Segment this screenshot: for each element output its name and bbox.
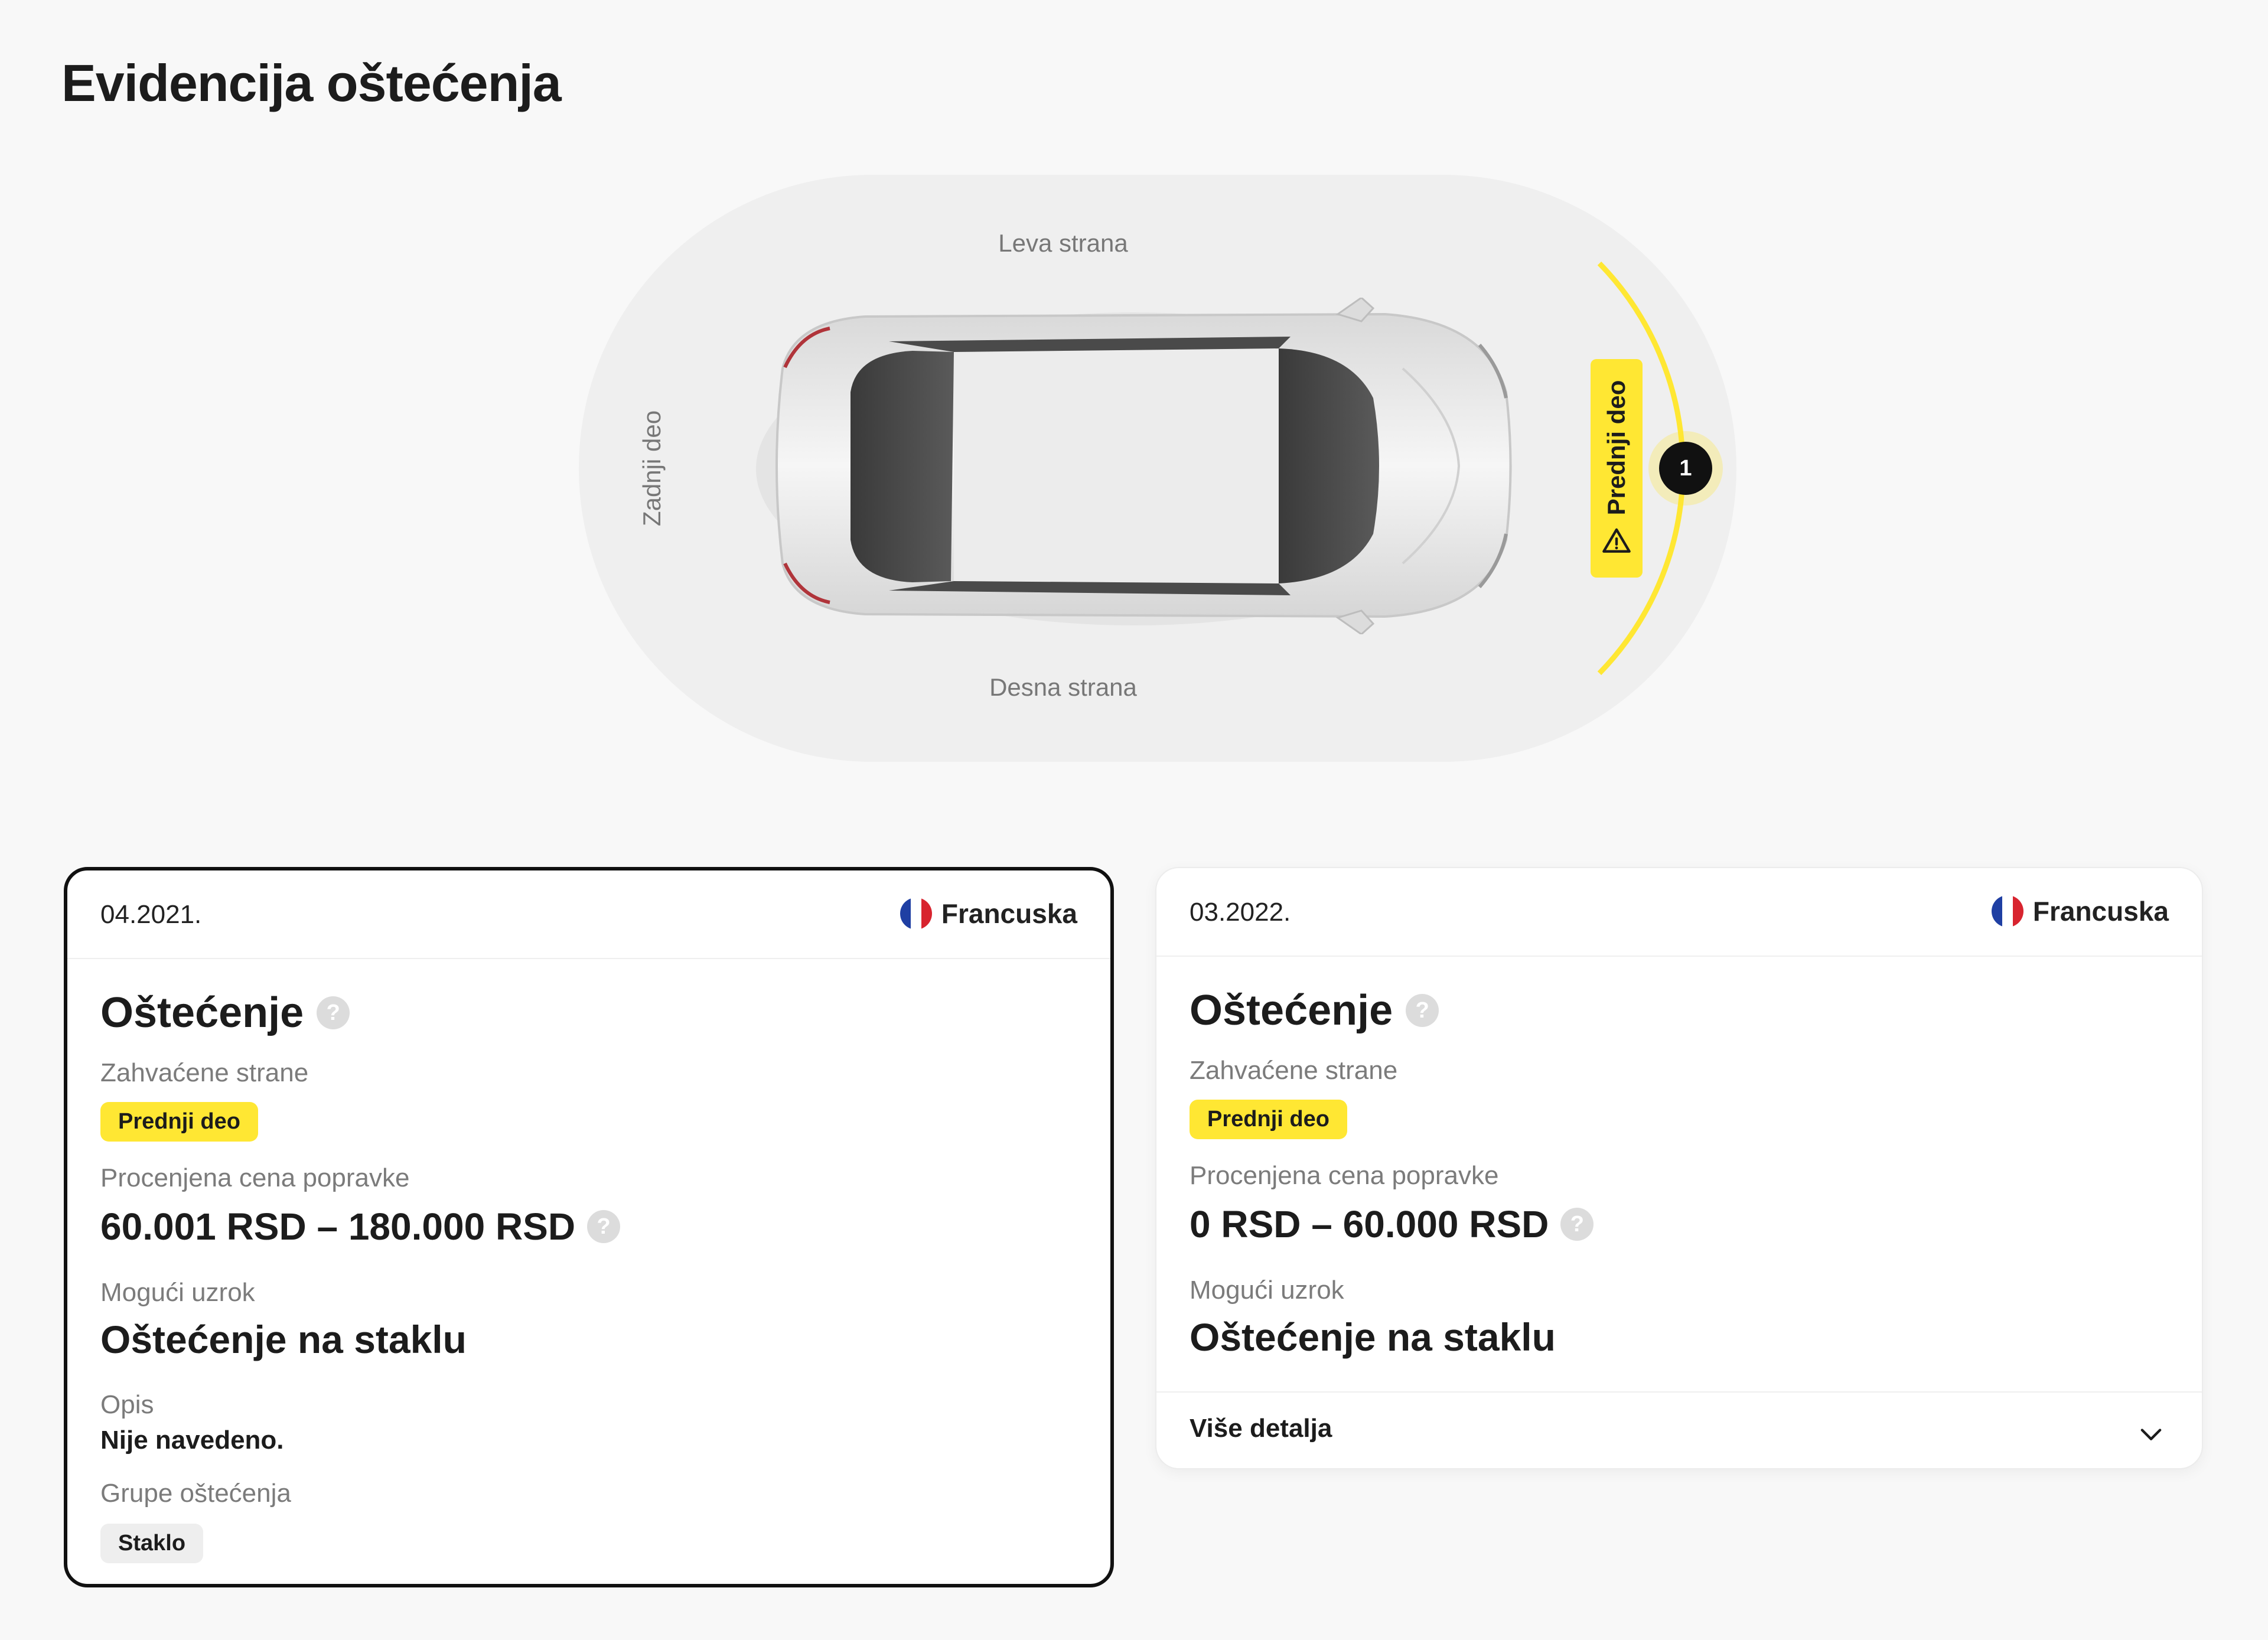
help-icon[interactable]: ? bbox=[317, 996, 350, 1029]
damage-title-text: Oštećenje bbox=[100, 989, 304, 1036]
damage-groups-label: Grupe oštećenja bbox=[100, 1479, 291, 1508]
country: Francuska bbox=[900, 898, 1077, 930]
damage-count-marker[interactable]: 1 bbox=[1659, 442, 1712, 495]
damage-group-badge: Staklo bbox=[100, 1524, 204, 1563]
repair-price: 60.001 RSD – 180.000 RSD ? bbox=[100, 1205, 621, 1248]
front-zone-tag[interactable]: Prednji deo bbox=[1591, 359, 1643, 578]
repair-price: 0 RSD – 60.000 RSD ? bbox=[1190, 1202, 1594, 1246]
damage-date: 04.2021. bbox=[100, 900, 202, 929]
france-flag-icon bbox=[900, 898, 932, 930]
more-details-label: Više detalja bbox=[1190, 1414, 1332, 1443]
damage-card[interactable]: 03.2022. Francuska Oštećenje ? Zahvaćene… bbox=[1155, 867, 2203, 1469]
possible-cause-label: Mogući uzrok bbox=[100, 1278, 255, 1307]
repair-price-label: Procenjena cena popravke bbox=[1190, 1161, 1499, 1190]
chevron-down-icon bbox=[2140, 1429, 2162, 1440]
possible-cause: Oštećenje na staklu bbox=[100, 1318, 467, 1361]
warning-triangle-icon bbox=[1602, 528, 1631, 553]
affected-side-badge: Prednji deo bbox=[100, 1102, 258, 1142]
repair-price-label: Procenjena cena popravke bbox=[100, 1163, 410, 1192]
affected-side-badge-text: Prednji deo bbox=[100, 1102, 258, 1142]
damage-title: Oštećenje ? bbox=[100, 989, 350, 1037]
description: Nije navedeno. bbox=[100, 1426, 284, 1455]
damage-card[interactable]: 04.2021. Francuska Oštećenje ? Zahvaćene… bbox=[64, 867, 1114, 1587]
card-header: 03.2022. Francuska bbox=[1156, 868, 2202, 957]
front-zone-label: Prednji deo bbox=[1602, 380, 1630, 516]
damage-date: 03.2022. bbox=[1190, 898, 1291, 927]
help-icon[interactable]: ? bbox=[587, 1210, 621, 1243]
car-damage-diagram: Leva strana Desna strana Zadnji deo Pred… bbox=[579, 175, 1736, 762]
possible-cause-label: Mogući uzrok bbox=[1190, 1276, 1344, 1305]
country-name: Francuska bbox=[941, 898, 1077, 929]
damage-group-badge-text: Staklo bbox=[100, 1524, 204, 1563]
country: Francuska bbox=[1991, 895, 2169, 927]
page-title: Evidencija oštećenja bbox=[61, 54, 562, 112]
more-details-toggle[interactable]: Više detalja bbox=[1156, 1391, 2202, 1469]
possible-cause: Oštećenje na staklu bbox=[1190, 1315, 1556, 1359]
damage-title: Oštećenje ? bbox=[1190, 986, 1439, 1035]
damage-title-text: Oštećenje bbox=[1190, 987, 1393, 1034]
description-label: Opis bbox=[100, 1390, 154, 1419]
help-icon[interactable]: ? bbox=[1406, 994, 1439, 1027]
affected-sides-label: Zahvaćene strane bbox=[1190, 1056, 1398, 1085]
france-flag-icon bbox=[1991, 895, 2023, 927]
repair-price-value: 60.001 RSD – 180.000 RSD bbox=[100, 1205, 576, 1248]
affected-sides-label: Zahvaćene strane bbox=[100, 1058, 309, 1087]
help-icon[interactable]: ? bbox=[1560, 1208, 1594, 1241]
front-zone-highlight-arc[interactable] bbox=[579, 175, 1736, 762]
card-header: 04.2021. Francuska bbox=[67, 870, 1110, 959]
affected-side-badge-text: Prednji deo bbox=[1190, 1100, 1347, 1139]
repair-price-value: 0 RSD – 60.000 RSD bbox=[1190, 1203, 1549, 1246]
country-name: Francuska bbox=[2032, 896, 2169, 927]
affected-side-badge: Prednji deo bbox=[1190, 1100, 1347, 1139]
